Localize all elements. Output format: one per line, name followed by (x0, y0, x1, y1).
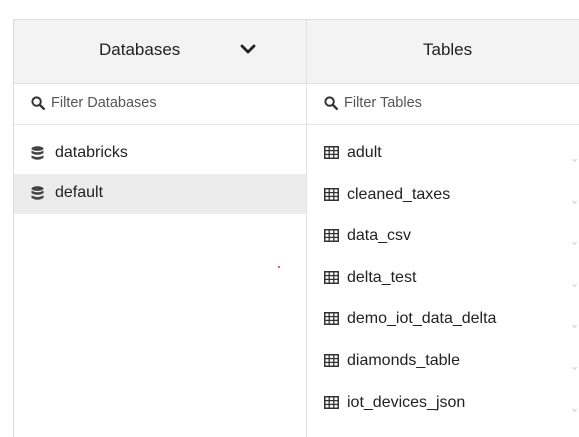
table-item[interactable]: data_csv (307, 217, 579, 259)
table-icon (324, 270, 339, 284)
databases-header-title: Databases (99, 40, 181, 59)
table-icon (324, 229, 339, 243)
table-item[interactable]: delta_test (307, 259, 579, 301)
filter-tables-bar (307, 84, 579, 125)
filter-databases-input[interactable] (51, 92, 281, 114)
data-browser: Databases databricks (0, 0, 579, 437)
table-item-label: iot_devices_json (347, 393, 466, 411)
filter-databases-bar (14, 84, 306, 125)
table-item[interactable]: cleaned_taxes (307, 176, 579, 218)
table-item-label: demo_iot_data_delta (347, 310, 497, 328)
chevron-down-icon[interactable] (572, 192, 577, 204)
chevron-down-icon[interactable] (572, 275, 577, 288)
chevron-down-icon[interactable] (238, 40, 258, 60)
table-icon (324, 187, 339, 201)
table-item[interactable]: demo_iot_data_delta (307, 300, 579, 342)
search-icon (324, 96, 339, 111)
search-icon (31, 96, 46, 111)
table-icon (324, 395, 339, 409)
table-item-label: diamonds_table (347, 351, 460, 369)
table-item-label: adult (347, 144, 382, 161)
databases-header[interactable]: Databases (14, 20, 306, 84)
chevron-down-icon[interactable] (572, 233, 577, 246)
tables-list: adult cleaned_taxes data_csv delta_test (307, 134, 579, 425)
chevron-down-icon[interactable] (572, 358, 577, 371)
table-item[interactable]: adult (307, 134, 579, 176)
table-icon (324, 312, 339, 326)
database-item-databricks[interactable]: databricks (14, 134, 306, 174)
database-item-label: default (55, 184, 104, 201)
databases-list: databricks default (14, 134, 306, 214)
table-item[interactable]: diamonds_table (307, 342, 579, 384)
chevron-down-icon[interactable] (572, 150, 577, 163)
table-item-label: cleaned_taxes (347, 185, 451, 203)
table-item-label: data_csv (347, 227, 412, 245)
chevron-down-icon[interactable] (572, 316, 577, 329)
database-icon (31, 146, 44, 161)
database-icon (31, 186, 44, 201)
database-item-default[interactable]: default (14, 174, 306, 214)
table-item[interactable]: iot_devices_json (307, 384, 579, 426)
tables-header-title: Tables (423, 40, 473, 59)
tables-header: Tables (307, 20, 579, 84)
table-icon (324, 353, 339, 367)
table-icon (324, 146, 339, 159)
chevron-down-icon[interactable] (572, 400, 577, 412)
database-item-label: databricks (55, 144, 128, 161)
filter-tables-input[interactable] (344, 92, 574, 114)
stray-dot (278, 266, 280, 268)
table-item-label: delta_test (347, 268, 417, 286)
